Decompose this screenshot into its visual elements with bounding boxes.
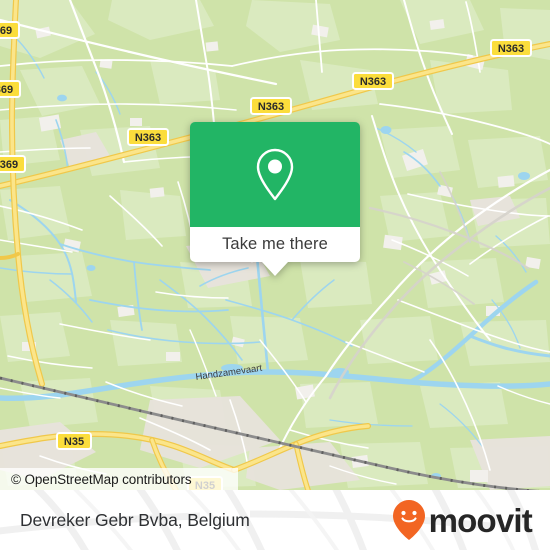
road-shield-label: N369 (0, 84, 13, 96)
place-callout-card[interactable]: Take me there (190, 122, 360, 276)
road-shield-n369-2: N369 (0, 80, 21, 98)
road-shield-label: N363 (498, 43, 524, 55)
road-shield-label: N369 (0, 25, 12, 37)
moovit-wordmark: moovit (428, 501, 533, 539)
road-shield-n369-1: N369 (0, 21, 20, 39)
road-shield-label: N363 (135, 132, 161, 144)
road-shield-n35-1: N35 (56, 432, 92, 450)
callout-action-bar[interactable]: Take me there (190, 227, 360, 262)
footer-bar: Devreker Gebr Bvba, Belgium moovit (0, 490, 550, 550)
road-shield-n363-3: N363 (250, 97, 292, 115)
moovit-pin-icon (392, 500, 425, 540)
road-shield-label: N35 (64, 436, 84, 448)
road-shield-n363-2: N363 (352, 72, 394, 90)
road-shield-n369-3: N369 (0, 155, 26, 173)
callout-icon-area (190, 122, 360, 227)
callout-pointer (262, 262, 288, 276)
place-title: Devreker Gebr Bvba, Belgium (20, 509, 250, 530)
road-shield-n363-1: N363 (490, 39, 532, 57)
moovit-logo[interactable]: moovit (392, 490, 533, 550)
map-pin-icon (256, 148, 294, 200)
take-me-there-label: Take me there (222, 235, 328, 253)
osm-attribution[interactable]: © OpenStreetMap contributors (0, 468, 238, 490)
road-shield-label: N369 (0, 159, 18, 171)
road-shield-n363-4: N363 (127, 128, 169, 146)
road-shield-label: N363 (258, 101, 284, 113)
moovit-map-screenshot: N363 N363 N363 N363 69 69 369 N35 Handza… (0, 0, 550, 550)
road-shield-label: N363 (360, 76, 386, 88)
osm-attribution-text: © OpenStreetMap contributors (11, 471, 192, 487)
